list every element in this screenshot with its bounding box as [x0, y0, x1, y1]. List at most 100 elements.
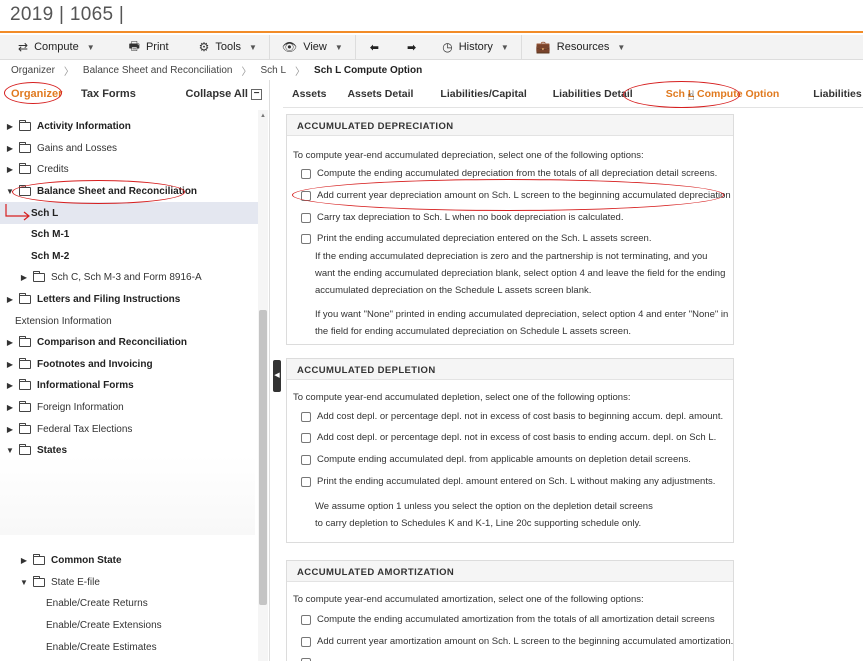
breadcrumb-item[interactable]: Balance Sheet and Reconciliation	[83, 65, 233, 76]
resources-button[interactable]: 💼 Resources ▼	[522, 35, 637, 60]
option-checkbox[interactable]	[301, 411, 311, 422]
tree-item-federal-tax-elections[interactable]: ▶ Federal Tax Elections	[0, 418, 258, 440]
tree-item-state-e-file[interactable]: ▼ State E-file	[0, 572, 258, 594]
tree-item-sch-m-1[interactable]: Sch M-1	[0, 224, 258, 246]
tree-item-sch-m-2[interactable]: Sch M-2	[0, 246, 258, 268]
option-note: We assume option 1 unless you select the…	[315, 498, 653, 532]
option-checkbox[interactable]	[301, 432, 311, 443]
tree-item-balance-sheet-and-reconciliation[interactable]: ▼ Balance Sheet and Reconciliation	[0, 181, 258, 203]
expand-down-icon[interactable]: ▼	[4, 446, 16, 455]
hand-cursor-icon: ☝	[687, 88, 695, 103]
option-row[interactable]: Carry tax depreciation to Sch. L when no…	[301, 212, 623, 223]
tab-sch-l-compute-option[interactable]: Sch L Compute Option	[642, 88, 789, 100]
forward-button[interactable]: ➡	[393, 35, 430, 60]
tab-liabilities-alloc[interactable]: Liabilities Alloc.	[788, 88, 863, 100]
option-row[interactable]: Add cost depl. or percentage depl. not i…	[301, 432, 716, 443]
tree-item-letters-and-filing-instructions[interactable]: ▶ Letters and Filing Instructions	[0, 289, 258, 311]
tree-item-label: Foreign Information	[37, 402, 124, 414]
expand-right-icon[interactable]: ▶	[4, 144, 16, 153]
option-checkbox[interactable]	[301, 168, 311, 179]
tree-item-enable-create-extensions[interactable]: Enable/Create Extensions	[0, 615, 258, 637]
tree-item-gains-and-losses[interactable]: ▶ Gains and Losses	[0, 138, 258, 160]
folder-icon	[33, 271, 45, 283]
folder-icon	[19, 163, 31, 175]
expand-down-icon[interactable]: ▼	[18, 578, 30, 587]
option-checkbox[interactable]	[301, 212, 311, 223]
chevron-down-icon: ▼	[617, 42, 626, 52]
expand-right-icon[interactable]: ▶	[4, 403, 16, 412]
tree-item-common-state[interactable]: ▶ Common State	[0, 550, 258, 572]
tree-item-enable-create-estimates[interactable]: Enable/Create Estimates	[0, 636, 258, 658]
expand-right-icon[interactable]: ▶	[4, 122, 16, 131]
tree-item-extension-information[interactable]: Extension Information	[0, 310, 258, 332]
tree-item-foreign-information[interactable]: ▶ Foreign Information	[0, 397, 258, 419]
tree-item-footnotes-and-invoicing[interactable]: ▶ Footnotes and Invoicing	[0, 354, 258, 376]
collapse-all-button[interactable]: Collapse All −	[185, 88, 262, 100]
tab-organizer[interactable]: Organizer	[11, 88, 62, 100]
compute-icon: ⇄	[18, 40, 29, 54]
tree-item-credits[interactable]: ▶ Credits	[0, 159, 258, 181]
option-label: Compute the ending accumulated depreciat…	[317, 168, 718, 179]
compute-button[interactable]: ⇄ Compute ▼	[0, 35, 107, 60]
expand-right-icon[interactable]: ▶	[4, 295, 16, 304]
tab-assets-detail[interactable]: Assets Detail	[335, 88, 422, 100]
note-line: We assume option 1 unless you select the…	[315, 501, 653, 512]
compute-label: Compute	[34, 41, 79, 53]
tree-item-label: Sch L	[31, 207, 59, 219]
tree-item-sch-l[interactable]: Sch L	[0, 202, 258, 224]
view-label: View	[303, 41, 327, 53]
tab-liabilities-detail[interactable]: Liabilities Detail	[536, 88, 642, 100]
tree-item-label: Federal Tax Elections	[37, 423, 133, 435]
section-intro: To compute year-end accumulated depletio…	[293, 392, 631, 403]
breadcrumb-item[interactable]: Organizer	[11, 65, 55, 76]
tree-item-sch-c-sch-m-3-and-form-8916-a[interactable]: ▶ Sch C, Sch M-3 and Form 8916-A	[0, 267, 258, 289]
tab-liabilities-capital[interactable]: Liabilities/Capital	[422, 88, 535, 100]
option-row[interactable]: Add current year depreciation amount on …	[301, 190, 731, 201]
section-intro: To compute year-end accumulated amortiza…	[293, 594, 644, 605]
option-checkbox[interactable]	[301, 233, 311, 244]
left-scrollbar[interactable]: ▲	[258, 110, 268, 661]
option-checkbox[interactable]	[301, 476, 311, 487]
option-row[interactable]: Print the ending accumulated depreciatio…	[301, 233, 651, 244]
expand-right-icon[interactable]: ▶	[18, 273, 30, 282]
chevron-right-icon: 〉	[295, 66, 306, 78]
option-checkbox[interactable]	[301, 454, 311, 465]
tools-button[interactable]: ⚙ Tools ▼	[181, 35, 269, 60]
folder-icon	[19, 120, 31, 132]
tree-item-enable-create-returns[interactable]: Enable/Create Returns	[0, 593, 258, 615]
breadcrumb-item[interactable]: Sch L	[260, 65, 286, 76]
tree-item-activity-information[interactable]: ▶ Activity Information	[0, 116, 258, 138]
expand-right-icon[interactable]: ▶	[18, 556, 30, 565]
tab-tax-forms[interactable]: Tax Forms	[81, 88, 136, 100]
expand-right-icon[interactable]: ▶	[4, 165, 16, 174]
expand-right-icon[interactable]: ▶	[4, 338, 16, 347]
tree-item-label: Letters and Filing Instructions	[37, 294, 181, 306]
option-checkbox[interactable]	[301, 614, 311, 625]
expand-right-icon[interactable]: ▶	[4, 360, 16, 369]
scroll-thumb[interactable]	[259, 310, 267, 605]
option-row[interactable]: Compute the ending accumulated depreciat…	[301, 168, 717, 179]
option-row[interactable]: Add current year amortization amount on …	[301, 636, 733, 647]
option-checkbox[interactable]	[301, 636, 311, 647]
expand-right-icon[interactable]: ▶	[4, 425, 16, 434]
scroll-up-icon[interactable]: ▲	[260, 113, 266, 119]
option-row[interactable]: Print the ending accumulated depl. amoun…	[301, 476, 715, 487]
tree-item-comparison-and-reconciliation[interactable]: ▶ Comparison and Reconciliation	[0, 332, 258, 354]
option-checkbox[interactable]	[301, 190, 311, 201]
collapse-panel-icon[interactable]: ◀	[273, 360, 281, 392]
tab-assets[interactable]: Assets	[283, 88, 335, 100]
option-row[interactable]: Compute ending accumulated depl. from ap…	[301, 454, 691, 465]
tree-item-label: Enable/Create Estimates	[46, 641, 157, 653]
section-title: ACCUMULATED DEPLETION	[287, 359, 733, 380]
back-button[interactable]: ⬅	[356, 35, 393, 60]
tree-item-informational-forms[interactable]: ▶ Informational Forms	[0, 375, 258, 397]
print-button[interactable]: 🖶 Print	[107, 35, 181, 60]
option-row[interactable]: Compute the ending accumulated amortizat…	[301, 614, 715, 625]
option-row[interactable]: Add cost depl. or percentage depl. not i…	[301, 411, 723, 422]
view-button[interactable]: 👁 View ▼	[270, 35, 355, 60]
history-button[interactable]: ◷ History ▼	[430, 35, 521, 60]
option-label: Add cost depl. or percentage depl. not i…	[317, 411, 724, 422]
expand-down-icon[interactable]: ▼	[4, 187, 16, 196]
expand-right-icon[interactable]: ▶	[4, 381, 16, 390]
panel-splitter[interactable]: ◀	[272, 80, 282, 661]
